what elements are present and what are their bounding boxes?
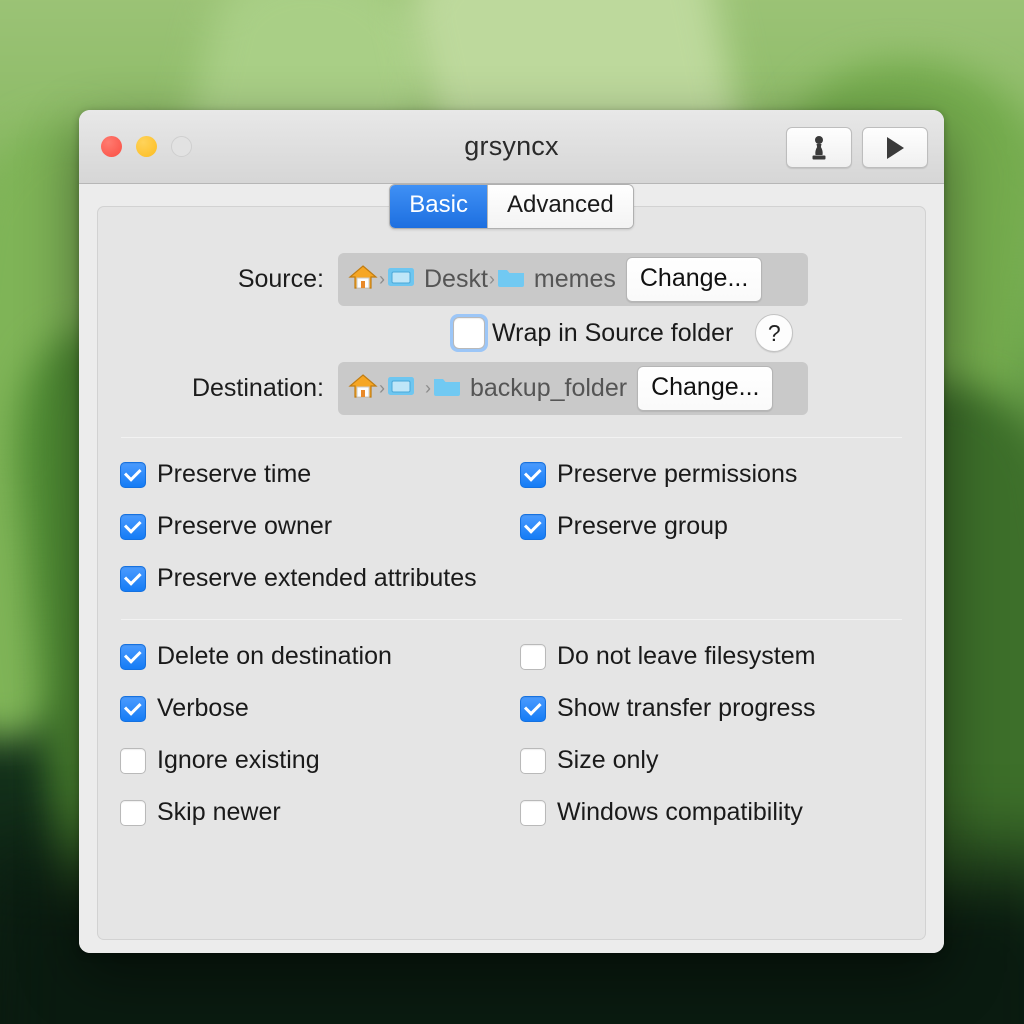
preserve-option-checkbox[interactable]	[120, 514, 146, 540]
transfer-option-checkbox[interactable]	[520, 800, 546, 826]
close-button[interactable]	[101, 136, 122, 157]
preserve-option-item[interactable]: Preserve time	[120, 460, 520, 489]
separator-top	[121, 437, 902, 438]
preserve-option-label: Preserve time	[157, 460, 311, 489]
folder-icon	[496, 264, 526, 295]
transfer-option-label: Skip newer	[157, 798, 281, 827]
separator-bottom	[121, 619, 902, 620]
transfer-option-label: Ignore existing	[157, 746, 320, 775]
destination-crumb-desktop[interactable]	[386, 373, 424, 404]
transfer-option-checkbox[interactable]	[520, 696, 546, 722]
zoom-button	[171, 136, 192, 157]
crumb-separator: ›	[378, 378, 386, 399]
destination-crumb-folder-label: backup_folder	[470, 374, 627, 403]
destination-row: Destination: ›	[120, 362, 903, 415]
transfer-option-checkbox[interactable]	[120, 644, 146, 670]
preserve-option-label: Preserve group	[557, 512, 728, 541]
window-controls	[101, 136, 192, 157]
home-icon	[348, 263, 378, 296]
transfer-option-item[interactable]: Do not leave filesystem	[520, 642, 903, 671]
wrap-checkbox-focus-ring	[450, 314, 488, 352]
transfer-option-item[interactable]: Show transfer progress	[520, 694, 903, 723]
run-button[interactable]	[862, 127, 928, 168]
preserve-option-item[interactable]: Preserve group	[520, 512, 903, 541]
crumb-separator: ›	[424, 378, 432, 399]
folder-icon	[432, 373, 462, 404]
tab-bar: Basic Advanced	[79, 184, 944, 230]
transfer-option-checkbox[interactable]	[120, 696, 146, 722]
minimize-button[interactable]	[136, 136, 157, 157]
preserve-option-item[interactable]: Preserve extended attributes	[120, 564, 520, 593]
transfer-option-label: Windows compatibility	[557, 798, 803, 827]
transfer-option-item[interactable]: Size only	[520, 746, 903, 775]
toolbar-buttons	[786, 127, 928, 168]
transfer-option-label: Delete on destination	[157, 642, 392, 671]
wrap-in-source-folder-row: Wrap in Source folder ?	[450, 314, 903, 352]
segmented-control: Basic Advanced	[389, 184, 633, 229]
help-button[interactable]: ?	[755, 314, 793, 352]
transfer-option-item[interactable]: Skip newer	[120, 798, 520, 827]
tab-advanced[interactable]: Advanced	[487, 185, 633, 228]
wrap-in-source-folder-checkbox[interactable]	[453, 317, 485, 349]
desktop-folder-icon	[386, 264, 416, 295]
source-crumb-home[interactable]	[348, 263, 378, 296]
destination-crumb-folder[interactable]: backup_folder	[432, 373, 627, 404]
wrap-in-source-folder-label: Wrap in Source folder	[492, 319, 733, 348]
home-icon	[348, 372, 378, 405]
preserve-option-checkbox[interactable]	[520, 462, 546, 488]
preserve-option-item[interactable]: Preserve permissions	[520, 460, 903, 489]
transfer-option-label: Verbose	[157, 694, 249, 723]
destination-change-button[interactable]: Change...	[637, 366, 773, 411]
window-body: Basic Advanced Source:	[79, 184, 944, 953]
preserve-option-checkbox[interactable]	[520, 514, 546, 540]
chess-pawn-icon	[808, 135, 830, 161]
source-row: Source: ›	[120, 253, 903, 306]
source-label: Source:	[120, 265, 338, 294]
source-crumb-folder-label: memes	[534, 265, 616, 294]
destination-path-field[interactable]: › ›	[338, 362, 808, 415]
desktop-background: grsyncx	[0, 0, 1024, 1024]
preserve-option-label: Preserve owner	[157, 512, 332, 541]
source-crumb-desktop-label: Deskt	[424, 265, 488, 294]
source-crumb-folder[interactable]: memes	[496, 264, 616, 295]
transfer-option-checkbox[interactable]	[520, 644, 546, 670]
destination-crumb-home[interactable]	[348, 372, 378, 405]
source-crumb-desktop[interactable]: Deskt	[386, 264, 488, 295]
preserve-option-checkbox[interactable]	[120, 566, 146, 592]
settings-panel: Source: ›	[97, 206, 926, 940]
transfer-option-item[interactable]: Delete on destination	[120, 642, 520, 671]
transfer-option-item[interactable]: Ignore existing	[120, 746, 520, 775]
tab-basic[interactable]: Basic	[390, 185, 487, 228]
transfer-options-group: Delete on destination Do not leave filesy…	[120, 642, 903, 827]
source-path-field[interactable]: › Deskt ›	[338, 253, 808, 306]
preserve-option-checkbox[interactable]	[120, 462, 146, 488]
transfer-option-checkbox[interactable]	[120, 748, 146, 774]
app-window: grsyncx	[79, 110, 944, 953]
play-triangle-icon	[883, 135, 907, 161]
transfer-option-label: Show transfer progress	[557, 694, 815, 723]
transfer-option-checkbox[interactable]	[120, 800, 146, 826]
simulate-button[interactable]	[786, 127, 852, 168]
source-change-button[interactable]: Change...	[626, 257, 762, 302]
preserve-option-item[interactable]: Preserve owner	[120, 512, 520, 541]
crumb-separator: ›	[378, 269, 386, 290]
preserve-options-group: Preserve time Preserve permissions Preserv…	[120, 460, 903, 593]
crumb-separator: ›	[488, 269, 496, 290]
preserve-option-label: Preserve extended attributes	[157, 564, 477, 593]
transfer-option-item[interactable]: Windows compatibility	[520, 798, 903, 827]
desktop-folder-icon	[386, 373, 416, 404]
destination-label: Destination:	[120, 374, 338, 403]
title-bar: grsyncx	[79, 110, 944, 184]
transfer-option-item[interactable]: Verbose	[120, 694, 520, 723]
transfer-option-label: Size only	[557, 746, 658, 775]
transfer-option-label: Do not leave filesystem	[557, 642, 815, 671]
transfer-option-checkbox[interactable]	[520, 748, 546, 774]
preserve-option-label: Preserve permissions	[557, 460, 797, 489]
